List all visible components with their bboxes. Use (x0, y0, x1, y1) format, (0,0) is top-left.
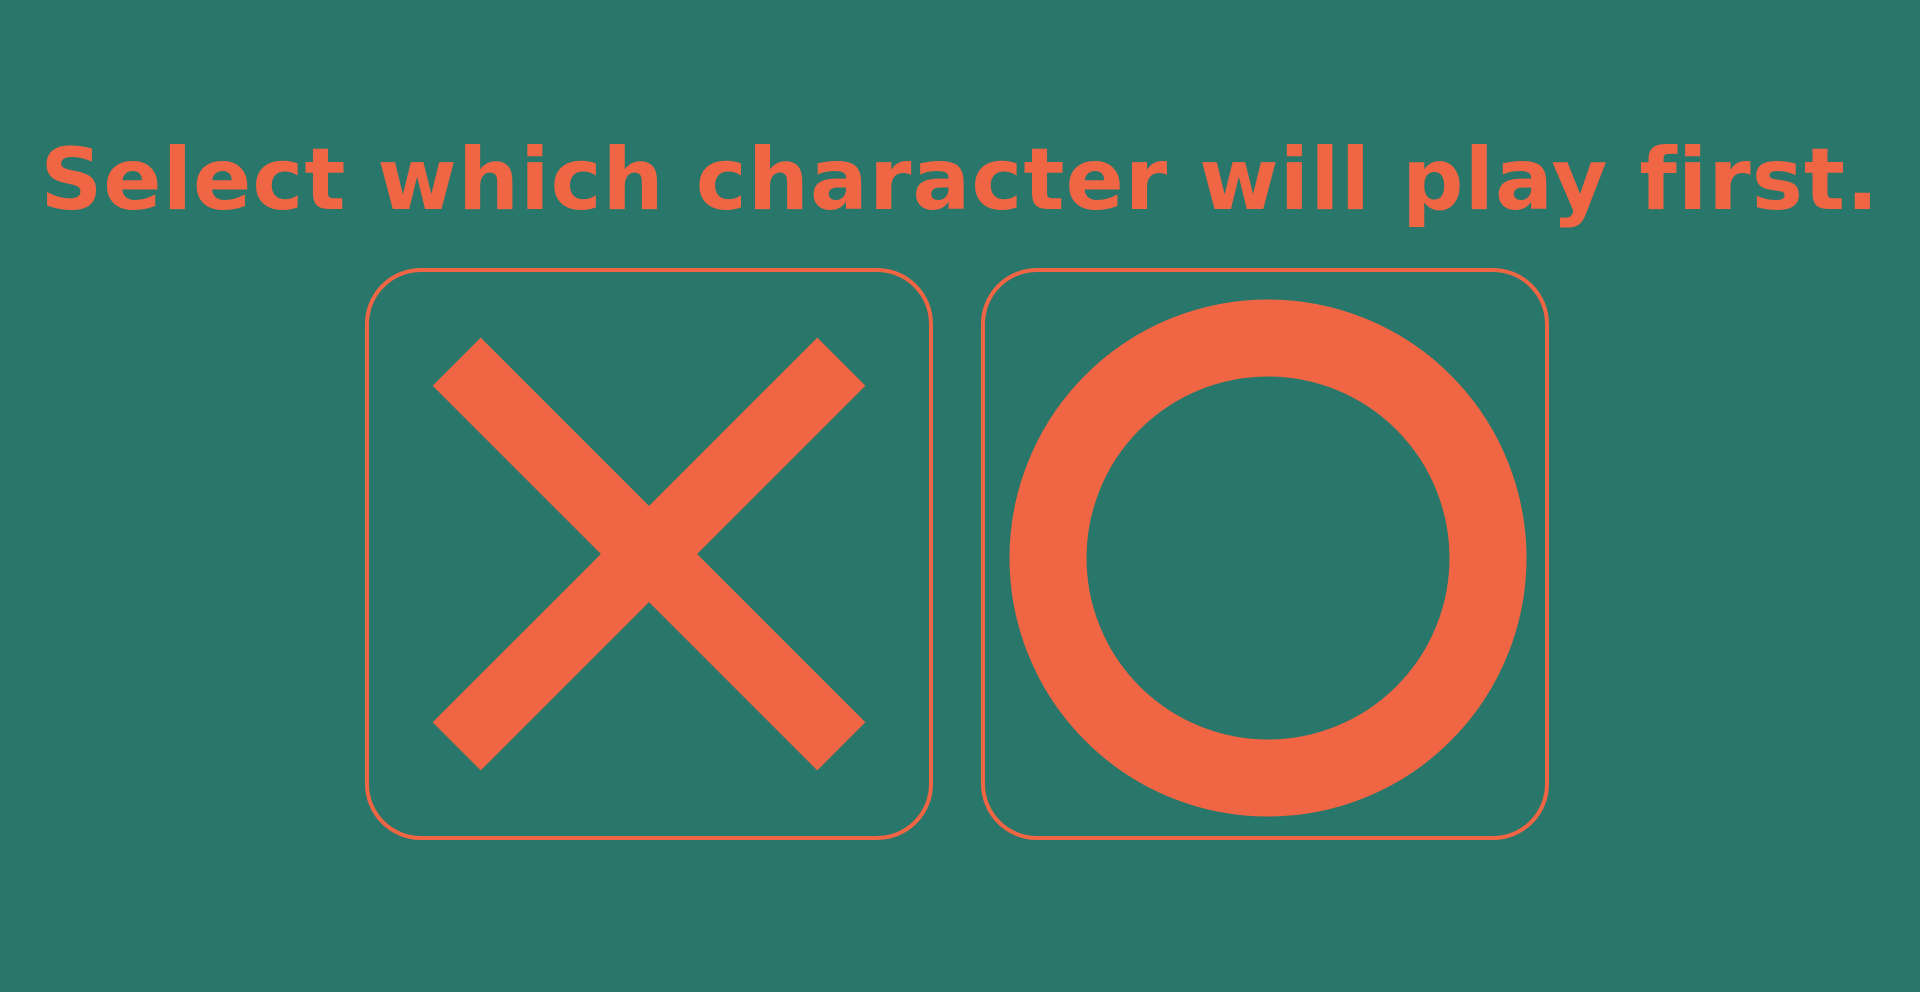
prompt-heading: Select which character will play first. (40, 130, 1880, 230)
x-mark-icon (432, 337, 866, 771)
choose-x-button[interactable] (365, 268, 933, 840)
choose-o-button[interactable] (981, 268, 1549, 840)
o-ring-icon (1009, 299, 1527, 817)
